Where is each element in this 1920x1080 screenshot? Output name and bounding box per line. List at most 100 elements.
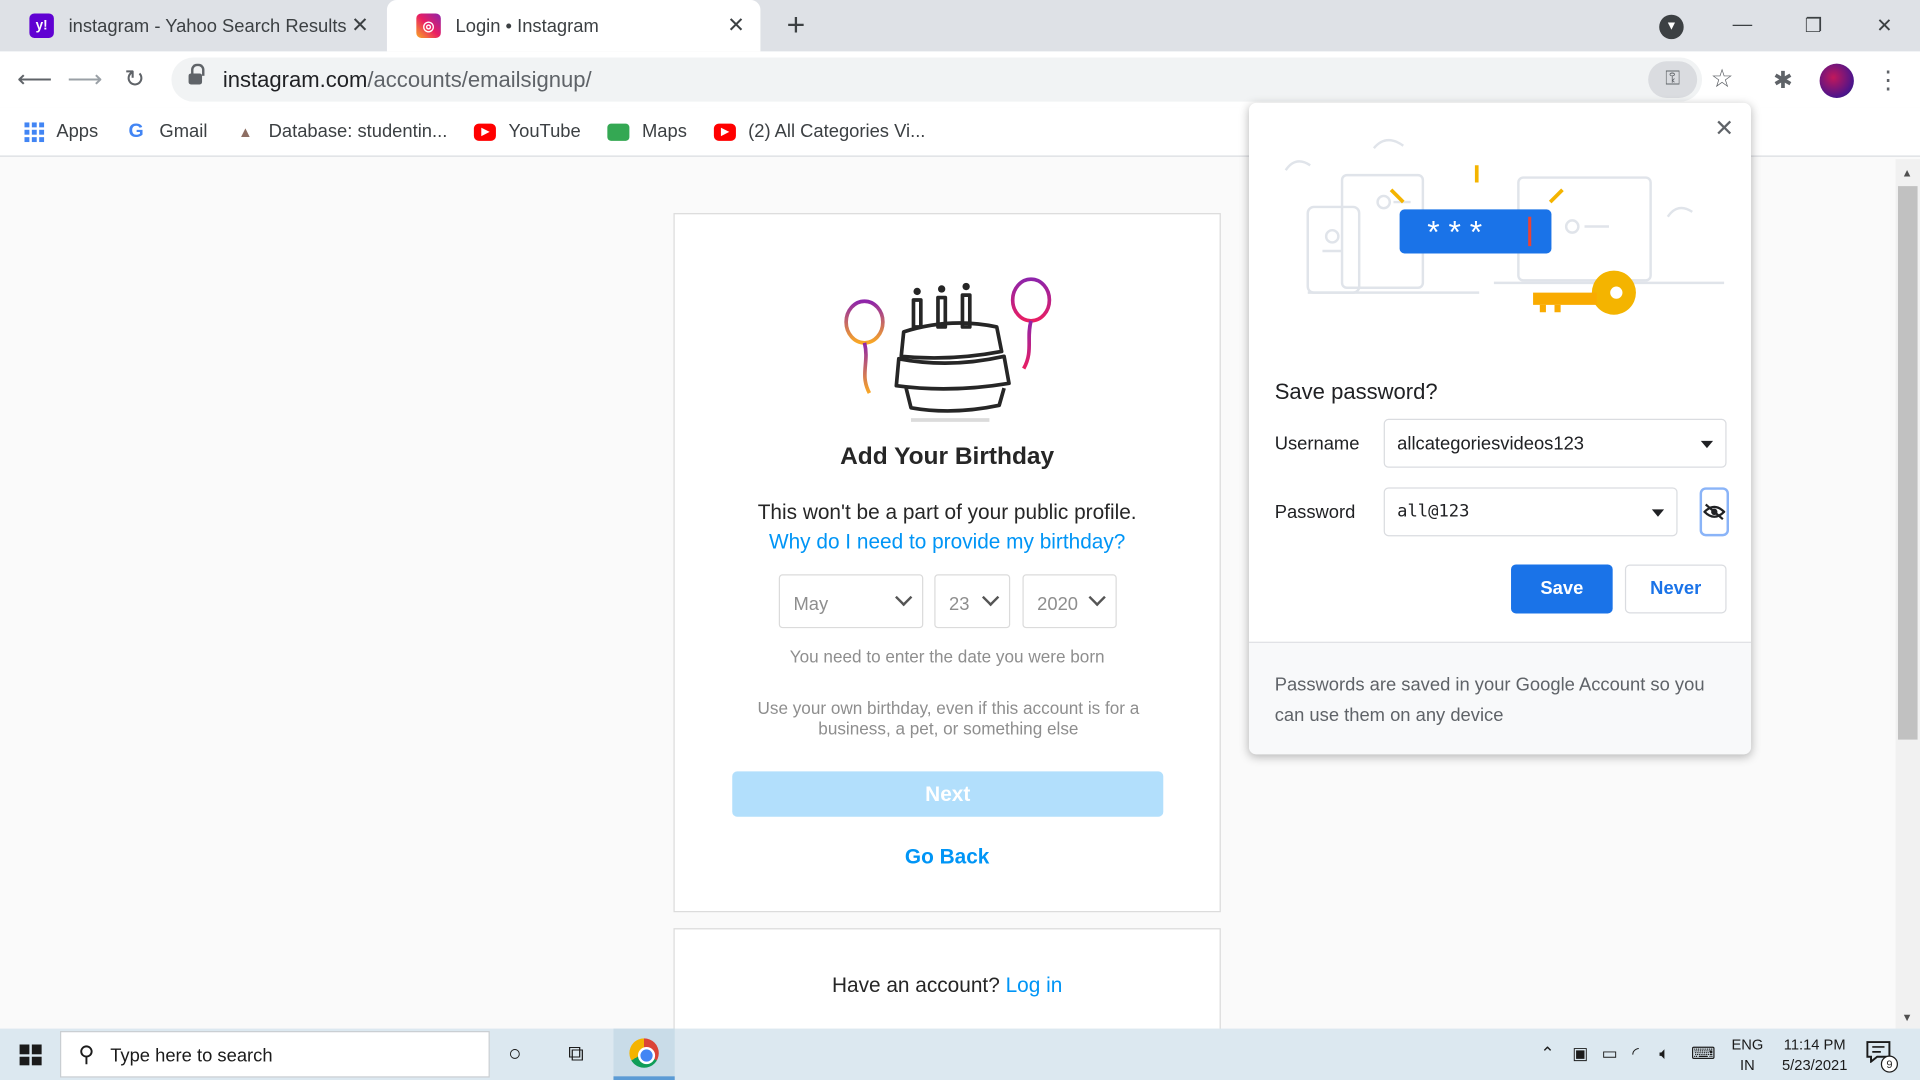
volume-icon[interactable]: 🔈︎ (1659, 1043, 1669, 1064)
instagram-favicon-icon: ◎ (416, 13, 441, 38)
language-indicator[interactable]: ENG IN (1731, 1035, 1763, 1077)
system-clock[interactable]: 11:14 PM 5/23/2021 (1773, 1035, 1856, 1077)
password-label: Password (1274, 502, 1356, 523)
windows-start-icon[interactable] (19, 1044, 42, 1066)
tab-title: instagram - Yahoo Search Results (68, 15, 347, 37)
day-value: 23 (948, 593, 970, 615)
username-label: Username (1274, 433, 1360, 455)
bookmark-all-categories[interactable]: ▶ (2) All Categories Vi... (713, 121, 926, 143)
have-account-label: Have an account? (831, 973, 1000, 997)
yahoo-favicon-icon: y! (29, 13, 54, 38)
month-value: May (793, 593, 829, 615)
month-select[interactable]: May (778, 574, 924, 629)
bookmark-label: Maps (641, 121, 687, 143)
clock-date: 5/23/2021 (1782, 1056, 1848, 1074)
day-select[interactable]: 23 (934, 574, 1011, 629)
tab-yahoo-search[interactable]: y! instagram - Yahoo Search Results ✕ (0, 0, 384, 51)
bookmark-star-icon[interactable]: ☆ (1711, 64, 1734, 95)
action-center-button[interactable]: 9 (1866, 1041, 1898, 1073)
screen: y! instagram - Yahoo Search Results ✕ ◎ … (0, 0, 1920, 1080)
toggle-password-visibility-button[interactable] (1699, 487, 1729, 537)
bookmark-gmail[interactable]: G Gmail (125, 120, 208, 143)
page-title: Add Your Birthday (840, 443, 1055, 471)
never-button[interactable]: Never (1624, 564, 1727, 614)
profile-avatar[interactable] (1819, 63, 1854, 98)
address-bar[interactable]: instagram.com/accounts/emailsignup/ ⚿ ☆ (171, 57, 1734, 102)
database-icon: ▲ (238, 123, 253, 141)
window-controls: ▼ — ❐ ✕ (1636, 0, 1920, 51)
chevron-down-icon: ▼ (1659, 14, 1684, 39)
login-link[interactable]: Log in (1006, 973, 1063, 996)
page-scrollbar[interactable]: ▲ ▼ (1895, 159, 1920, 1029)
bookmark-label: Database: studentin... (268, 121, 448, 143)
task-view-icon[interactable]: ⧉ (568, 1041, 584, 1067)
birthday-cake-icon (844, 277, 1052, 422)
username-value: allcategoriesvideos123 (1397, 433, 1585, 455)
chevron-down-icon (1088, 588, 1106, 607)
bookmark-apps[interactable]: Apps (24, 121, 98, 142)
chevron-down-icon (981, 588, 1000, 607)
url-text[interactable]: instagram.com/accounts/emailsignup/ (223, 67, 592, 93)
tab-search-button[interactable]: ▼ (1636, 13, 1707, 39)
bookmark-youtube[interactable]: ▶ YouTube (474, 121, 581, 143)
language-code: ENG (1731, 1035, 1764, 1054)
eye-off-icon (1703, 503, 1726, 521)
tab-title: Login • Instagram (455, 15, 599, 37)
bookmark-database[interactable]: ▲ Database: studentin... (234, 121, 447, 142)
dropdown-arrow-icon (1651, 509, 1665, 517)
save-password-footer: Passwords are saved in your Google Accou… (1248, 641, 1752, 755)
new-tab-button[interactable]: + (781, 9, 810, 43)
birthdate-hint-secondary: Use your own birthday, even if this acco… (757, 697, 1140, 739)
username-select[interactable]: allcategoriesvideos123 (1383, 418, 1727, 468)
why-birthday-link[interactable]: Why do I need to provide my birthday? (675, 530, 1220, 554)
key-icon[interactable]: ⚿ (1648, 61, 1698, 98)
forward-button[interactable]: ⟶ (67, 64, 102, 96)
password-value: all@123 (1397, 502, 1470, 522)
next-button[interactable]: Next (732, 771, 1164, 817)
password-select[interactable]: all@123 (1383, 487, 1678, 537)
save-password-dialog: ✕ * * * Save password? Username allcateg… (1248, 102, 1752, 755)
back-button[interactable]: ⟵ (17, 64, 52, 96)
keyboard-icon[interactable]: ⌨ (1691, 1043, 1716, 1064)
kebab-menu-icon[interactable]: ⋮ (1876, 65, 1900, 96)
bookmark-label: (2) All Categories Vi... (748, 121, 926, 143)
bookmark-label: Apps (56, 121, 99, 143)
youtube-icon: ▶ (474, 123, 497, 141)
extensions-puzzle-icon[interactable]: ✱ (1773, 67, 1792, 95)
taskbar-search-box[interactable]: ⚲ Type here to search (60, 1031, 490, 1078)
birthday-card: Add Your Birthday This won't be a part o… (673, 213, 1221, 913)
cortana-icon[interactable]: ○ (508, 1041, 521, 1067)
birthdate-hint: You need to enter the date you were born (789, 646, 1105, 667)
bookmark-label: YouTube (508, 121, 581, 143)
google-icon: G (128, 120, 144, 142)
chrome-taskbar-button[interactable] (613, 1028, 675, 1080)
notification-count-badge: 9 (1880, 1055, 1898, 1073)
save-password-title: Save password? (1274, 379, 1438, 405)
bookmark-label: Gmail (159, 121, 208, 143)
reload-button[interactable]: ↻ (119, 64, 151, 96)
windows-taskbar: ⚲ Type here to search ○ ⧉ ⌃ ▣ ▭ ◜ 🔈︎ ⌨ E… (0, 1028, 1920, 1080)
scroll-down-arrow-icon[interactable]: ▼ (1902, 1011, 1913, 1023)
year-select[interactable]: 2020 (1022, 574, 1117, 629)
minimize-button[interactable]: — (1707, 15, 1778, 37)
masked-password-text: * * * (1427, 213, 1482, 249)
subtitle: This won't be a part of your public prof… (757, 500, 1137, 525)
restore-button[interactable]: ❐ (1778, 13, 1849, 37)
clock-time: 11:14 PM (1783, 1035, 1846, 1054)
close-tab-icon[interactable]: ✕ (724, 13, 748, 37)
lock-icon[interactable] (188, 63, 205, 86)
chrome-icon (629, 1038, 659, 1068)
close-window-button[interactable]: ✕ (1849, 13, 1920, 37)
go-back-link[interactable]: Go Back (675, 845, 1220, 869)
scrollbar-thumb[interactable] (1897, 186, 1918, 740)
bookmark-maps[interactable]: Maps (607, 121, 687, 143)
tab-instagram-login[interactable]: ◎ Login • Instagram ✕ (386, 0, 761, 52)
scroll-up-arrow-icon[interactable]: ▲ (1902, 167, 1913, 179)
chevron-down-icon (895, 588, 913, 607)
wifi-icon[interactable]: ◜ (1632, 1043, 1639, 1064)
battery-icon[interactable]: ▭ (1602, 1043, 1618, 1064)
meet-now-icon[interactable]: ▣ (1572, 1043, 1588, 1064)
save-button[interactable]: Save (1511, 564, 1613, 614)
close-tab-icon[interactable]: ✕ (348, 13, 372, 37)
show-hidden-icons-chevron-icon[interactable]: ⌃ (1540, 1043, 1554, 1064)
